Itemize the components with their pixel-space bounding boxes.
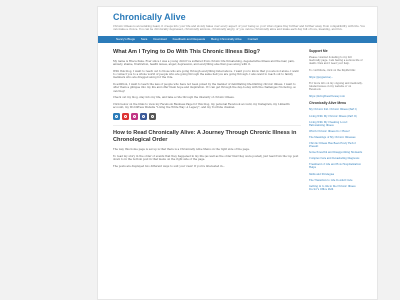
site-header: Chronically Alive Chronic illness is an … xyxy=(98,7,377,36)
support-heading: Support Me xyxy=(309,48,328,53)
youtube-icon[interactable] xyxy=(149,113,156,120)
menu-item[interactable]: My Chronic Kid. Chronic Illness (Part I) xyxy=(309,108,363,111)
menu-item[interactable]: Skills and Strategies xyxy=(309,173,363,176)
post-title[interactable]: How to Read Chronically Alive: A Journey… xyxy=(113,130,301,144)
site-title[interactable]: Chronically Alive xyxy=(113,12,369,22)
note-text: For more info on my ongoing and medicall… xyxy=(309,82,363,92)
post-paragraph: The way this home page is set up is that… xyxy=(113,148,250,151)
menu-item[interactable]: Living With My Cheating Lover: Rationali… xyxy=(309,121,363,127)
post-paragraph: In addition, I want to teach the less of… xyxy=(113,83,297,93)
post-paragraph: To read my story in the order of events … xyxy=(113,154,299,161)
social-links xyxy=(113,113,301,120)
facebook-page-icon[interactable] xyxy=(122,113,129,120)
nav-item-nancys-blogs[interactable]: Nancy's Blogs xyxy=(113,37,138,41)
nav-item-being-chronically-alive[interactable]: Being Chronically Alive xyxy=(208,37,245,41)
sidebar: Support Me Please consider donating to m… xyxy=(309,49,363,194)
menu-item[interactable]: Getting in to life in the Chronic Illnes… xyxy=(309,185,363,191)
post-what-am-i-trying: What Am I Trying to Do With This Chronic… xyxy=(113,49,301,120)
menu-item[interactable]: Treatment of Life and How Hospitalizatio… xyxy=(309,163,363,169)
menu-item[interactable]: Chronic Illness Has Been Every Factor Pr… xyxy=(309,142,363,148)
main-navigation: Nancy's Blogs Sara Download Feedback and… xyxy=(98,35,377,43)
site-description: Chronic illness is an isolating beast, i… xyxy=(113,25,366,32)
post-paragraph: The posts are displayed two different wa… xyxy=(113,164,226,168)
menu-item[interactable]: Living With My Chronic Illness (Part II) xyxy=(309,115,363,118)
content-area: What Am I Trying to Do With This Chronic… xyxy=(98,43,377,194)
menu-item[interactable]: Some Powerful and Disappointing Moments xyxy=(309,151,363,154)
post-paragraph: With this blog, I want to reach out to t… xyxy=(113,69,299,80)
post-paragraph: Check out my blog, stay into my life, an… xyxy=(113,96,235,100)
nav-item-download[interactable]: Download xyxy=(150,37,169,41)
support-link-text: To contribute, click on the PayPal link: xyxy=(309,68,356,72)
nav-item-feedback[interactable]: Feedback and Requests xyxy=(170,37,209,41)
menu-item[interactable]: Which Chronic Illness Do I Have? xyxy=(309,130,363,133)
post-paragraph: My name is Breca Pena. Ever since I was … xyxy=(113,59,295,66)
post-title[interactable]: What Am I Trying to Do With This Chronic… xyxy=(113,49,301,56)
facebook-icon[interactable] xyxy=(113,113,120,120)
nav-item-sara[interactable]: Sara xyxy=(138,37,150,41)
post-paragraph: Click below on the links to view my Face… xyxy=(113,103,290,110)
menu-item[interactable]: Complex Care and Devastating Diagnosis xyxy=(309,157,363,160)
support-text: Please consider donating to my bill medi… xyxy=(309,55,363,65)
paypal-link[interactable]: https://paypal.me/... xyxy=(309,76,363,79)
menu-item[interactable]: The Meanings of My Chronic Illnesses xyxy=(309,136,363,139)
linkedin-icon[interactable] xyxy=(140,113,147,120)
menu-item[interactable]: The Transition to Life In Adult Care xyxy=(309,179,363,182)
page-container: Chronically Alive Chronic illness is an … xyxy=(97,6,378,300)
post-how-to-read: How to Read Chronically Alive: A Journey… xyxy=(113,130,301,168)
post-divider xyxy=(113,125,301,126)
menu-heading: Chronically Alive Menu xyxy=(309,101,347,106)
nav-item-contact[interactable]: Contact xyxy=(245,37,261,41)
main-column: What Am I Trying to Do With This Chronic… xyxy=(113,49,309,194)
website-link[interactable]: https://livingthewriteway.com xyxy=(309,95,363,98)
instagram-icon[interactable] xyxy=(131,113,138,120)
